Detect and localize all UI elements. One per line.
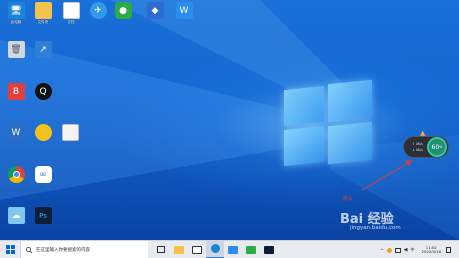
taskbar-app-active[interactable] [206, 240, 224, 258]
widget-upload-speed: ↑ 0K/s [412, 142, 423, 146]
windows-logo [284, 79, 372, 167]
widget-download-speed: ↓ 0K/s [412, 148, 423, 152]
desktop-icon-cloud[interactable]: ☁ [2, 207, 30, 225]
desktop-icon-qq[interactable]: Q [29, 83, 57, 101]
wps-taskbar-icon [228, 245, 238, 254]
search-placeholder: 在这里输入你要搜索的内容 [36, 247, 90, 253]
baidu-jingyan-watermark: Bai 经验 jingyan.baidu.com [340, 208, 458, 238]
taskbar-app-wechat[interactable] [242, 241, 260, 258]
widget-percent: 60 [431, 143, 440, 151]
network-icon[interactable] [394, 247, 401, 253]
volume-icon[interactable]: ◀ [404, 247, 408, 253]
photoshop-icon: Ps [34, 207, 52, 224]
wechat-taskbar-icon [246, 245, 256, 254]
feather-app-icon: ✈ [89, 2, 107, 19]
app-window-icon [192, 245, 202, 254]
file-explorer-icon [174, 245, 184, 254]
desktop-icon-recycle-bin[interactable]: 🗑 [2, 41, 30, 59]
annotation-label: 箭头 [343, 196, 354, 202]
photoshop-taskbar-icon [264, 245, 274, 254]
taskbar-app-file-explorer[interactable] [170, 241, 188, 258]
desktop-icon-swirl-app[interactable]: ∞ [29, 166, 57, 184]
qq-icon: Q [34, 83, 52, 100]
widget-usage-gauge: 60% [427, 137, 447, 157]
folder-icon [34, 2, 52, 19]
desktop-icon-yellow-app[interactable] [29, 124, 57, 142]
baidu-netdisk-icon: B [7, 83, 25, 100]
computer-icon: 🖥 [7, 2, 25, 19]
windows-start-icon [5, 245, 15, 254]
desktop-icon-computer[interactable]: 🖥 此电脑 [2, 2, 30, 24]
taskbar-app-window[interactable] [188, 241, 206, 258]
tray-app-icon[interactable] [386, 247, 392, 253]
desktop-icon-word-doc[interactable]: W [2, 124, 30, 142]
desktop-icon-document[interactable]: 文档 [57, 2, 85, 24]
active-app-icon [210, 244, 220, 253]
start-button[interactable] [0, 241, 20, 258]
desktop: 🖥 此电脑 文件夹 文档 ✈ ● ◆ W 🗑 ↗ B Q W ∞ ☁ Ps ▲ … [0, 0, 459, 240]
ime-indicator[interactable]: 中 [411, 247, 415, 253]
watermark-url: jingyan.baidu.com [350, 225, 401, 231]
document-icon [62, 2, 80, 19]
network-speed-widget[interactable]: ↑ 0K/s ↓ 0K/s 60% [403, 136, 449, 158]
app-swirl-icon: ∞ [34, 166, 52, 183]
desktop-icon-file[interactable] [56, 124, 84, 142]
widget-percent-suffix: % [439, 145, 443, 149]
taskbar: 在这里输入你要搜索的内容 ^ ◀ 中 11:02 2020/4/16 [0, 240, 459, 258]
desktop-icon-shortcut[interactable]: ◆ [141, 2, 169, 20]
wallpaper-beams [0, 0, 459, 240]
chrome-icon [7, 166, 25, 183]
file-icon [61, 124, 79, 141]
app-blue-icon: ↗ [34, 41, 52, 58]
cloud-icon: ☁ [7, 207, 25, 224]
desktop-icon-folder[interactable]: 文件夹 [29, 2, 57, 24]
desktop-icon-wps[interactable]: W [170, 2, 198, 20]
desktop-icon-baidu-netdisk[interactable]: B [2, 83, 30, 101]
task-view-button[interactable] [152, 241, 170, 258]
clock-date: 2020/4/16 [421, 249, 441, 254]
app-shortcut-icon: ◆ [146, 2, 164, 19]
desktop-icon-feather-app[interactable]: ✈ [84, 2, 112, 20]
taskbar-search-box[interactable]: 在这里输入你要搜索的内容 [20, 240, 148, 258]
system-tray: ^ ◀ 中 11:02 2020/4/16 [380, 241, 451, 258]
taskbar-app-ps[interactable] [260, 241, 278, 258]
desktop-icon-wechat[interactable]: ● [109, 2, 137, 20]
desktop-icon-chrome[interactable] [2, 166, 30, 184]
app-yellow-icon [34, 124, 52, 141]
search-icon [26, 246, 32, 253]
recycle-bin-icon: 🗑 [7, 41, 25, 58]
desktop-icon-photoshop[interactable]: Ps [29, 207, 57, 225]
clock[interactable]: 11:02 2020/4/16 [421, 245, 441, 255]
task-view-icon [157, 246, 165, 253]
taskbar-app-wps[interactable] [224, 241, 242, 258]
desktop-icon-blue-app[interactable]: ↗ [29, 41, 57, 59]
wechat-icon: ● [114, 2, 132, 19]
tray-overflow-button[interactable]: ^ [380, 248, 383, 253]
annotation-arrow [361, 160, 412, 191]
wps-office-icon: W [175, 2, 193, 19]
notification-icon[interactable] [446, 247, 451, 253]
word-doc-icon: W [7, 124, 25, 141]
